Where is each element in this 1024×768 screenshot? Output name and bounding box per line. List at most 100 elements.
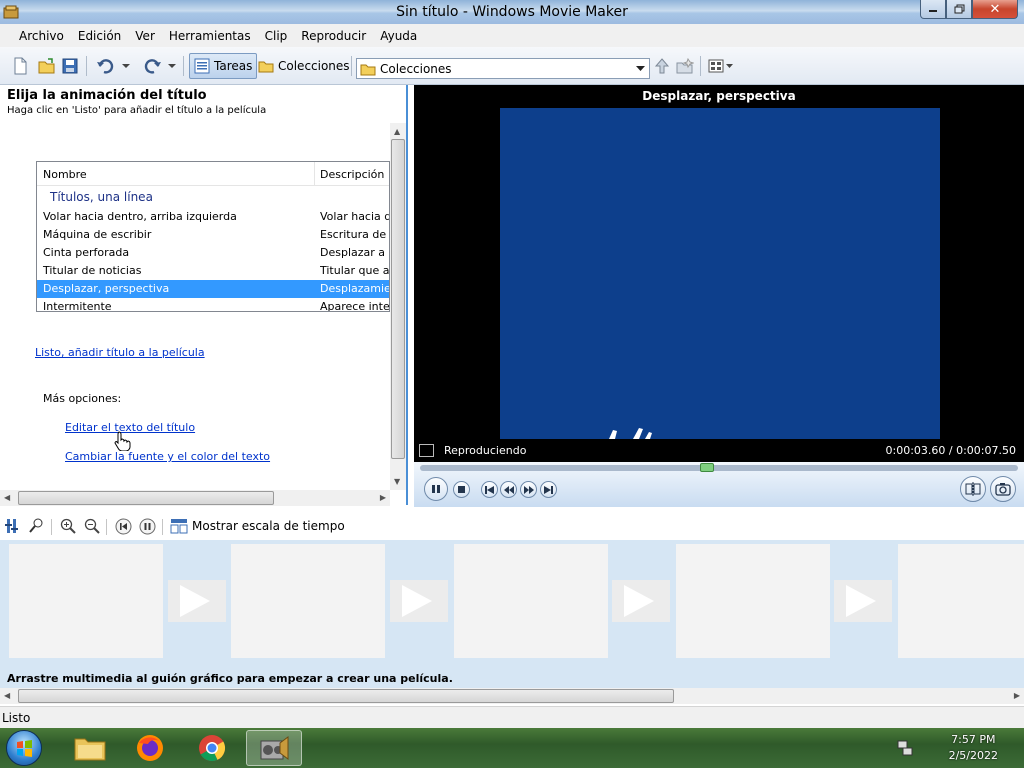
change-font-color-link[interactable]: Cambiar la fuente y el color del texto <box>65 450 270 463</box>
transition-slot[interactable] <box>834 580 892 622</box>
menu-archivo[interactable]: Archivo <box>12 29 71 43</box>
previous-frame-button[interactable] <box>481 481 498 498</box>
title-animation-list[interactable]: Nombre Descripción Títulos, una línea Vo… <box>36 161 390 312</box>
list-item[interactable]: Cinta perforada Desplazar a la <box>37 244 389 262</box>
undo-icon <box>97 59 114 74</box>
list-item[interactable]: Titular de noticias Titular que apa <box>37 262 389 280</box>
fast-forward-icon <box>523 485 534 494</box>
list-item[interactable]: Intermitente Aparece intern <box>37 298 389 312</box>
list-item-selected[interactable]: Desplazar, perspectiva Desplazamient <box>37 280 389 298</box>
system-clock[interactable]: 7:57 PM 2/5/2022 <box>949 732 998 764</box>
item-name: Volar hacia dentro, arriba izquierda <box>43 210 237 223</box>
zoom-in-button[interactable] <box>60 517 76 535</box>
tasks-toggle-button[interactable]: Tareas <box>189 53 258 79</box>
menu-clip[interactable]: Clip <box>258 29 295 43</box>
scroll-right-icon[interactable]: ▶ <box>1014 691 1020 700</box>
toolbar-separator <box>700 56 701 76</box>
transition-slot[interactable] <box>168 580 226 622</box>
restore-button[interactable] <box>946 0 972 19</box>
storyboard-cell[interactable] <box>898 544 1024 658</box>
start-button[interactable] <box>6 730 42 766</box>
storyboard-cell[interactable] <box>9 544 163 658</box>
windows-taskbar: 7:57 PM 2/5/2022 <box>0 728 1024 768</box>
forward-button[interactable] <box>520 481 537 498</box>
new-project-button[interactable] <box>12 55 28 77</box>
scroll-down-icon[interactable]: ▼ <box>394 477 400 486</box>
set-audio-levels-button[interactable] <box>5 517 19 535</box>
undo-dropdown[interactable] <box>122 55 130 77</box>
menu-ver[interactable]: Ver <box>128 29 162 43</box>
take-picture-button[interactable] <box>990 476 1016 502</box>
show-timeline-button[interactable]: Mostrar escala de tiempo <box>170 517 345 535</box>
play-storyboard-button[interactable] <box>139 517 156 535</box>
storyboard[interactable] <box>0 540 1024 670</box>
clock-date: 2/5/2022 <box>948 749 998 762</box>
combo-dropdown-button[interactable] <box>632 59 649 78</box>
column-header-name[interactable]: Nombre <box>43 168 87 181</box>
scroll-left-icon[interactable]: ◀ <box>4 691 10 700</box>
open-project-button[interactable] <box>38 55 56 77</box>
stop-button[interactable] <box>453 481 470 498</box>
menu-edicion[interactable]: Edición <box>71 29 128 43</box>
zoom-out-button[interactable] <box>84 517 100 535</box>
up-level-button[interactable] <box>654 55 670 77</box>
scroll-up-icon[interactable]: ▲ <box>394 127 400 136</box>
collections-toggle-button[interactable]: Colecciones <box>258 55 350 77</box>
seek-slider-knob[interactable] <box>700 463 714 472</box>
column-header-description[interactable]: Descripción <box>320 168 384 181</box>
seek-bar[interactable] <box>420 463 1018 472</box>
network-icon[interactable] <box>896 739 914 757</box>
status-text: Listo <box>2 711 31 725</box>
system-tray: 7:57 PM 2/5/2022 <box>894 728 1024 768</box>
rewind-storyboard-button[interactable] <box>115 517 132 535</box>
item-name: Desplazar, perspectiva <box>43 282 170 295</box>
scroll-right-icon[interactable]: ▶ <box>380 493 386 502</box>
item-description: Escritura de te <box>320 228 389 241</box>
taskbar-chrome[interactable] <box>184 730 240 766</box>
new-folder-icon <box>676 58 694 74</box>
item-name: Intermitente <box>43 300 112 312</box>
split-clip-button[interactable] <box>960 476 986 502</box>
storyboard-cell[interactable] <box>231 544 385 658</box>
scrollbar-thumb[interactable] <box>391 139 405 459</box>
new-collection-button[interactable] <box>676 55 694 77</box>
undo-button[interactable] <box>96 55 116 77</box>
task-pane-vertical-scrollbar[interactable]: ▲ ▼ <box>390 123 406 490</box>
up-arrow-icon <box>654 58 670 74</box>
rewind-icon <box>115 518 132 534</box>
save-project-button[interactable] <box>62 55 78 77</box>
minimize-button[interactable] <box>920 0 946 19</box>
menu-reproducir[interactable]: Reproducir <box>294 29 373 43</box>
view-options-button[interactable] <box>708 55 734 77</box>
scroll-left-icon[interactable]: ◀ <box>4 493 10 502</box>
taskbar-movie-maker[interactable] <box>246 730 302 766</box>
taskbar-explorer[interactable] <box>62 730 118 766</box>
menu-ayuda[interactable]: Ayuda <box>373 29 424 43</box>
redo-button[interactable] <box>142 55 162 77</box>
transition-slot[interactable] <box>390 580 448 622</box>
storyboard-horizontal-scrollbar[interactable]: ◀ ▶ <box>0 688 1024 704</box>
storyboard-cell[interactable] <box>454 544 608 658</box>
scrollbar-thumb[interactable] <box>18 491 274 505</box>
collections-combobox[interactable]: Colecciones <box>356 58 650 79</box>
taskbar-firefox[interactable] <box>122 730 178 766</box>
menu-herramientas[interactable]: Herramientas <box>162 29 258 43</box>
redo-dropdown[interactable] <box>168 55 176 77</box>
pause-button[interactable] <box>424 477 448 501</box>
preview-video[interactable] <box>500 108 940 439</box>
list-item[interactable]: Máquina de escribir Escritura de te <box>37 226 389 244</box>
rewind-button[interactable] <box>500 481 517 498</box>
firefox-icon <box>137 735 163 761</box>
done-add-title-link[interactable]: Listo, añadir título a la película <box>35 346 205 359</box>
next-frame-button[interactable] <box>540 481 557 498</box>
task-pane-horizontal-scrollbar[interactable]: ◀ ▶ <box>0 490 390 506</box>
transition-slot[interactable] <box>612 580 670 622</box>
narrate-timeline-button[interactable] <box>28 517 44 535</box>
column-divider[interactable] <box>314 162 315 186</box>
list-item[interactable]: Volar hacia dentro, arriba izquierda Vol… <box>37 208 389 226</box>
pause-icon <box>432 485 440 493</box>
storyboard-cell[interactable] <box>676 544 830 658</box>
save-icon <box>62 58 78 74</box>
scrollbar-thumb[interactable] <box>18 689 674 703</box>
close-button[interactable]: ✕ <box>972 0 1018 19</box>
